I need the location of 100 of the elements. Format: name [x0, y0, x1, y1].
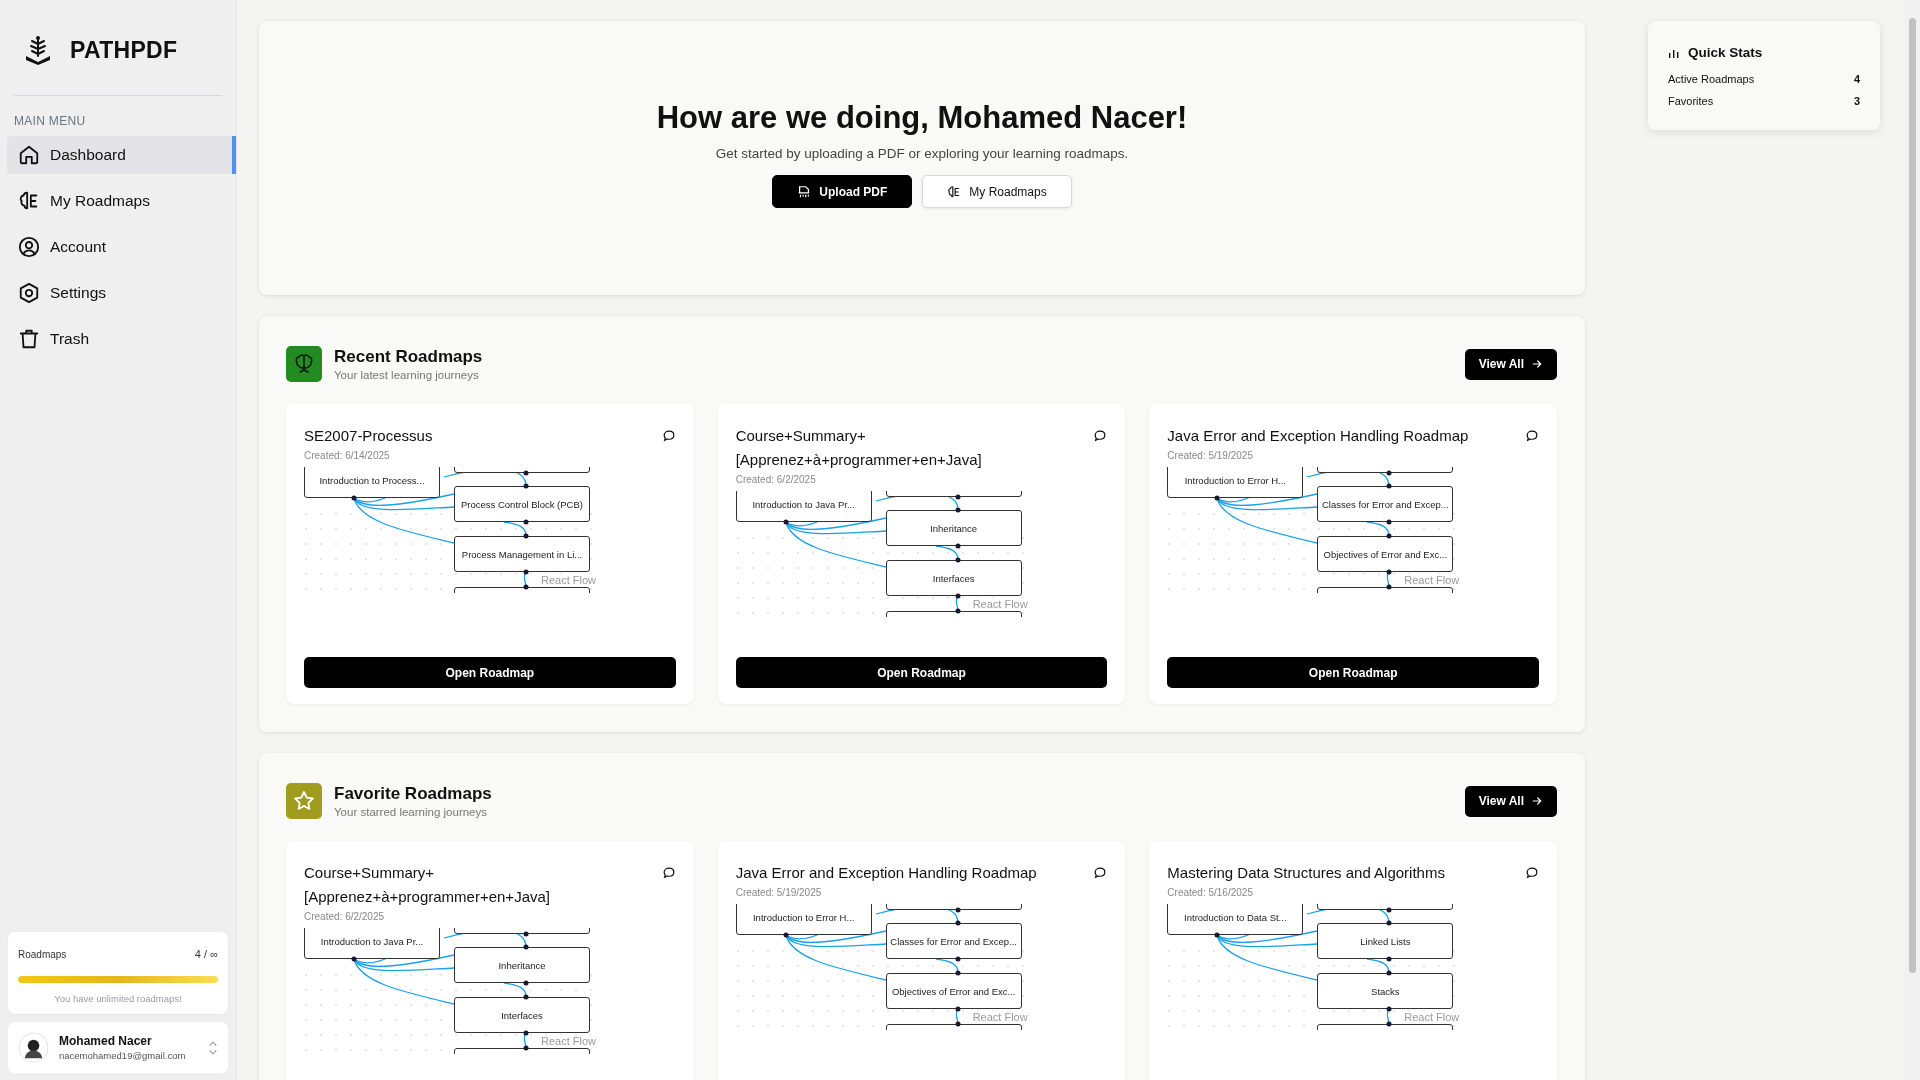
- handle-dot[interactable]: [955, 507, 961, 513]
- flow-node[interactable]: Introduction to Error H...: [735, 904, 872, 935]
- flow-node[interactable]: Interfaces: [454, 997, 590, 1033]
- view-all-button[interactable]: View All: [1464, 348, 1557, 380]
- handle-dot[interactable]: [783, 519, 789, 525]
- handle-dot[interactable]: [1386, 920, 1392, 926]
- handle-dot[interactable]: [1386, 533, 1392, 539]
- flow-node[interactable]: Stacks: [1317, 973, 1454, 1009]
- user-card[interactable]: Mohamed Nacer nacemohamed19@gmail.com: [8, 1022, 228, 1073]
- handle-dot[interactable]: [955, 543, 961, 549]
- handle-dot[interactable]: [1214, 495, 1220, 501]
- flow-node[interactable]: Process Management in Li...: [454, 536, 590, 572]
- handle-dot[interactable]: [1386, 907, 1392, 913]
- nav-item[interactable]: Account: [7, 228, 236, 266]
- handle-dot[interactable]: [955, 920, 961, 926]
- arrow-right-icon: [1531, 795, 1543, 807]
- comment-icon[interactable]: [661, 866, 676, 880]
- comment-icon[interactable]: [1093, 429, 1108, 443]
- handle-dot[interactable]: [955, 608, 961, 614]
- handle-dot[interactable]: [523, 584, 529, 590]
- handle-dot[interactable]: [523, 980, 529, 986]
- handle-dot[interactable]: [351, 956, 357, 962]
- flow-node[interactable]: Process Control Block (PCB): [454, 486, 590, 522]
- handle-dot[interactable]: [1386, 519, 1392, 525]
- handle-dot[interactable]: [955, 1006, 961, 1012]
- flow-node[interactable]: Interfaces: [885, 560, 1022, 596]
- flow-node[interactable]: Objectives of Error and Exc...: [1317, 536, 1454, 572]
- flow-node[interactable]: Introduction to Process...: [304, 467, 440, 498]
- user-icon: [18, 236, 40, 258]
- nav-item[interactable]: Settings: [7, 274, 236, 312]
- upload-button[interactable]: Upload PDF: [772, 175, 913, 208]
- handle-dot[interactable]: [1386, 569, 1392, 575]
- section-title: Recent Roadmaps: [334, 347, 484, 367]
- stat-label: Favorites: [1668, 94, 1714, 108]
- comment-icon[interactable]: [1525, 429, 1539, 443]
- arrow-right-icon: [1531, 358, 1543, 370]
- handle-dot[interactable]: [1386, 956, 1392, 962]
- flow-node[interactable]: Introduction to Java Pr...: [735, 491, 872, 522]
- handle-dot[interactable]: [1214, 932, 1220, 938]
- comment-icon[interactable]: [661, 429, 676, 443]
- flow-node[interactable]: Introduction to Error H...: [1167, 467, 1304, 498]
- handle-dot[interactable]: [955, 557, 961, 563]
- flow-node[interactable]: Objectives of Error and Exc...: [885, 973, 1022, 1009]
- connector-line: [935, 545, 959, 561]
- handle-dot[interactable]: [523, 944, 529, 950]
- created-date: Created: 6/14/2025: [304, 450, 391, 461]
- handle-dot[interactable]: [955, 907, 961, 913]
- connector-line: [1366, 521, 1390, 537]
- flow-node[interactable]: Inheritance: [454, 947, 590, 983]
- card-title: Course+Summary+[Apprenez+à+programmer+en+Java]: [304, 863, 551, 907]
- handle-dot[interactable]: [351, 495, 357, 501]
- comment-icon[interactable]: [1525, 866, 1539, 880]
- usage-label: Roadmaps: [18, 948, 67, 960]
- handle-dot[interactable]: [523, 1045, 529, 1051]
- handle-dot[interactable]: [523, 483, 529, 489]
- handle-dot[interactable]: [1386, 1021, 1392, 1027]
- flow-node[interactable]: Introduction to Java Pr...: [304, 928, 440, 959]
- handle-dot[interactable]: [955, 494, 961, 500]
- handle-dot[interactable]: [1386, 483, 1392, 489]
- handle-dot[interactable]: [955, 1021, 961, 1027]
- handle-dot[interactable]: [1386, 584, 1392, 590]
- roadmaps-button[interactable]: My Roadmaps: [922, 175, 1072, 208]
- comment-icon[interactable]: [1093, 866, 1108, 880]
- avatar: [18, 1032, 49, 1063]
- handle-dot[interactable]: [783, 932, 789, 938]
- handle-dot[interactable]: [1386, 470, 1392, 476]
- open-roadmap-button[interactable]: Open Roadmap: [735, 657, 1108, 688]
- flow-node[interactable]: Introduction to Data St...: [1167, 904, 1304, 935]
- quick-stats-title: Quick Stats: [1688, 45, 1763, 60]
- connector-line: [503, 521, 527, 537]
- usage-note: You have unlimited roadmaps!: [53, 993, 183, 1004]
- handle-dot[interactable]: [523, 519, 529, 525]
- handle-dot[interactable]: [523, 569, 529, 575]
- handle-dot[interactable]: [523, 470, 529, 476]
- created-date: Created: 5/19/2025: [735, 887, 823, 898]
- flow-node[interactable]: Classes for Error and Excep...: [885, 923, 1022, 959]
- nav-label: My Roadmaps: [50, 192, 150, 210]
- nav-item[interactable]: Dashboard: [7, 136, 236, 174]
- created-date: Created: 6/2/2025: [735, 474, 817, 485]
- flow-node[interactable]: Classes for Error and Excep...: [1317, 486, 1454, 522]
- handle-dot[interactable]: [523, 994, 529, 1000]
- open-roadmap-button[interactable]: Open Roadmap: [304, 657, 676, 688]
- view-all-button[interactable]: View All: [1464, 785, 1557, 817]
- handle-dot[interactable]: [523, 533, 529, 539]
- flow-node[interactable]: Linked Lists: [1317, 923, 1454, 959]
- handle-dot[interactable]: [955, 593, 961, 599]
- handle-dot[interactable]: [523, 1030, 529, 1036]
- nav-item[interactable]: Trash: [7, 320, 236, 358]
- flow-node[interactable]: Inheritance: [885, 510, 1022, 546]
- handle-dot[interactable]: [1386, 1006, 1392, 1012]
- handle-dot[interactable]: [955, 956, 961, 962]
- handle-dot[interactable]: [523, 931, 529, 937]
- nav-item[interactable]: My Roadmaps: [7, 182, 236, 220]
- stat-value: 4: [1853, 72, 1860, 86]
- handle-dot[interactable]: [1386, 970, 1392, 976]
- nav-label: Settings: [50, 284, 106, 302]
- handle-dot[interactable]: [955, 970, 961, 976]
- created-date: Created: 5/19/2025: [1167, 450, 1254, 461]
- open-roadmap-button[interactable]: Open Roadmap: [1167, 657, 1539, 688]
- stat-value: 3: [1853, 94, 1860, 108]
